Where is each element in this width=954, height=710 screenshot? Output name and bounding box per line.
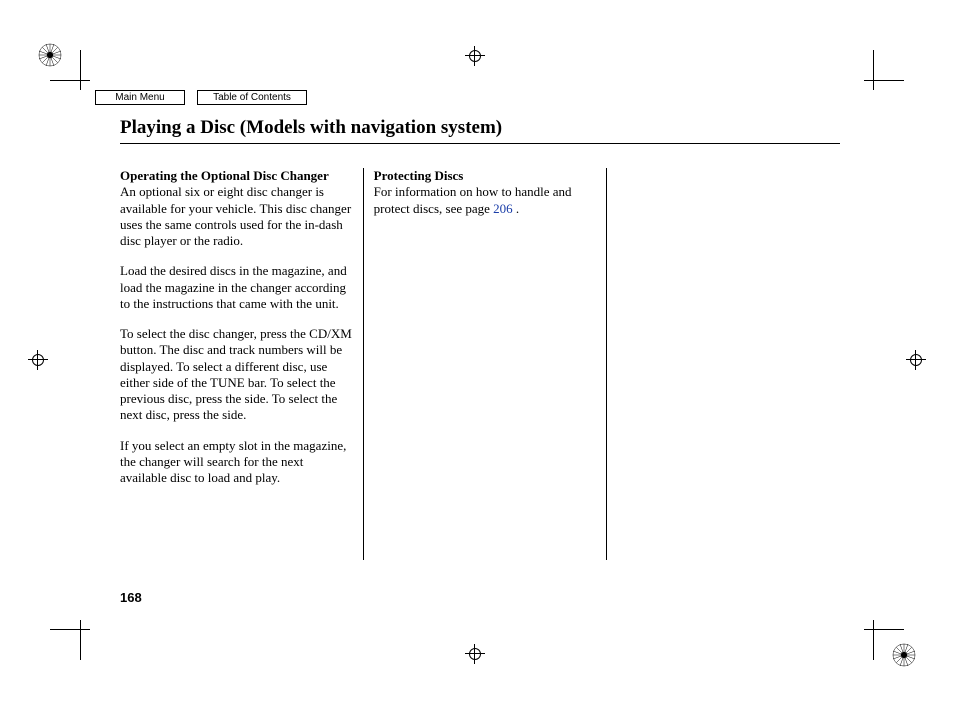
nav-buttons: Main Menu Table of Contents	[95, 90, 840, 105]
registration-target-icon	[28, 350, 48, 370]
body-text: .	[513, 201, 520, 216]
page-link[interactable]: 206	[493, 201, 513, 216]
main-menu-button[interactable]: Main Menu	[95, 90, 185, 105]
body-text: For information on how to handle and pro…	[374, 184, 572, 215]
registration-target-icon	[465, 644, 485, 664]
column-1: Operating the Optional Disc Changer An o…	[120, 168, 363, 560]
rosette-icon	[892, 643, 916, 667]
table-of-contents-button[interactable]: Table of Contents	[197, 90, 307, 105]
page-title: Playing a Disc (Models with navigation s…	[120, 117, 840, 139]
section-heading: Operating the Optional Disc Changer	[120, 168, 329, 183]
section-heading: Protecting Discs	[374, 168, 464, 183]
registration-target-icon	[465, 46, 485, 66]
registration-target-icon	[906, 350, 926, 370]
body-text: If you select an empty slot in the magaz…	[120, 438, 353, 487]
body-text: To select the disc changer, press the CD…	[120, 326, 353, 424]
title-rule	[120, 143, 840, 144]
column-3	[606, 168, 840, 560]
column-2: Protecting Discs For information on how …	[363, 168, 607, 560]
body-text: An optional six or eight disc changer is…	[120, 184, 351, 248]
page-number: 168	[120, 590, 142, 605]
body-text: Load the desired discs in the magazine, …	[120, 263, 353, 312]
rosette-icon	[38, 43, 62, 67]
page-content: Main Menu Table of Contents Playing a Di…	[120, 90, 840, 560]
